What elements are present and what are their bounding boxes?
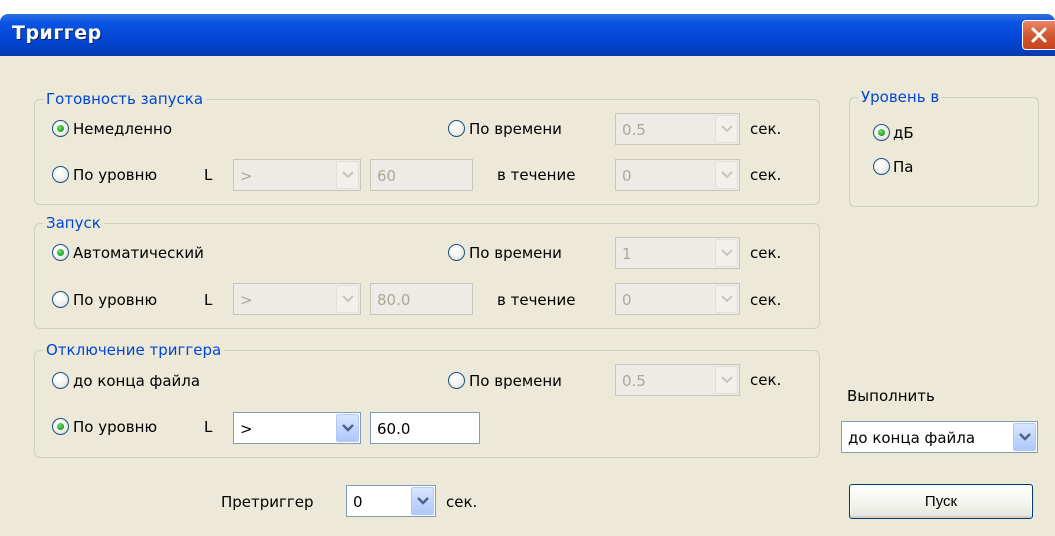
readiness-L-label: L	[204, 166, 213, 184]
start-auto-radio[interactable]	[52, 244, 69, 261]
start-legend: Запуск	[43, 213, 104, 233]
pretrigger-label: Претриггер	[221, 493, 314, 511]
stop-by-level-radio[interactable]	[52, 418, 69, 435]
chevron-down-icon	[721, 376, 733, 384]
stop-sec-label: сек.	[750, 371, 782, 389]
readiness-immediate-radio[interactable]	[52, 120, 69, 137]
execute-dropdown-button[interactable]	[1013, 423, 1036, 451]
stop-comparator-dropdown-button[interactable]	[336, 414, 359, 442]
readiness-level-value: 60	[377, 167, 397, 185]
readiness-during-label: в течение	[497, 166, 576, 184]
start-L-label: L	[204, 291, 213, 309]
stop-level-value: 60.0	[377, 420, 411, 438]
units-db-radio[interactable]	[873, 124, 890, 141]
chevron-down-icon	[721, 125, 733, 133]
units-pa-label: Па	[893, 158, 914, 176]
stop-time-dropdown-button[interactable]	[715, 366, 738, 394]
close-icon	[1031, 27, 1047, 43]
start-button[interactable]: Пуск	[849, 484, 1033, 519]
readiness-time-dropdown-button[interactable]	[715, 115, 738, 143]
stop-level-input[interactable]: 60.0	[370, 412, 480, 444]
stop-by-time-radio[interactable]	[448, 372, 465, 389]
readiness-sec-label-2: сек.	[750, 166, 782, 184]
chevron-down-icon	[342, 424, 354, 432]
chevron-down-icon	[417, 497, 429, 505]
execute-select[interactable]: до конца файла	[841, 421, 1038, 453]
readiness-by-time-label: По времени	[469, 120, 562, 138]
window-title: Триггер	[12, 22, 102, 44]
execute-label: Выполнить	[847, 387, 935, 405]
readiness-comparator-value: >	[240, 167, 253, 185]
readiness-time-value: 0.5	[622, 121, 646, 139]
stop-L-label: L	[204, 418, 213, 436]
stop-comparator-select[interactable]: >	[233, 412, 361, 444]
start-auto-label: Автоматический	[73, 244, 204, 262]
start-during-select[interactable]: 0	[615, 283, 740, 315]
units-db-label: дБ	[893, 124, 914, 142]
stop-end-of-file-label: до конца файла	[73, 372, 201, 390]
title-bar: Триггер	[0, 14, 1055, 56]
readiness-during-select[interactable]: 0	[615, 159, 740, 191]
readiness-by-level-radio[interactable]	[52, 166, 69, 183]
chevron-down-icon	[721, 171, 733, 179]
start-during-dropdown-button[interactable]	[715, 285, 738, 313]
stop-time-value: 0.5	[622, 372, 646, 390]
stop-legend: Отключение триггера	[43, 340, 225, 360]
start-level-value: 80.0	[377, 291, 411, 309]
readiness-by-level-label: По уровню	[73, 166, 158, 184]
readiness-comparator-select[interactable]: >	[233, 159, 361, 191]
readiness-comparator-dropdown-button[interactable]	[336, 161, 359, 189]
stop-by-level-label: По уровню	[73, 418, 158, 436]
readiness-sec-label-1: сек.	[750, 120, 782, 138]
stop-end-of-file-radio[interactable]	[52, 372, 69, 389]
start-time-value: 1	[622, 245, 632, 263]
pretrigger-select[interactable]: 0	[346, 485, 436, 517]
units-group: Уровень в	[849, 87, 1039, 207]
start-level-input[interactable]: 80.0	[370, 283, 473, 315]
readiness-legend: Готовность запуска	[43, 89, 207, 109]
stop-by-time-label: По времени	[469, 372, 562, 390]
readiness-immediate-label: Немедленно	[73, 120, 173, 138]
chevron-down-icon	[342, 295, 354, 303]
stop-time-select[interactable]: 0.5	[615, 364, 740, 396]
chevron-down-icon	[1019, 433, 1031, 441]
start-by-level-label: По уровню	[73, 291, 158, 309]
readiness-during-dropdown-button[interactable]	[715, 161, 738, 189]
start-sec-label-2: сек.	[750, 291, 782, 309]
start-time-dropdown-button[interactable]	[715, 239, 738, 267]
execute-value: до конца файла	[848, 429, 976, 447]
pretrigger-value: 0	[353, 493, 363, 511]
start-by-level-radio[interactable]	[52, 291, 69, 308]
pretrigger-sec-label: сек.	[446, 493, 478, 511]
start-by-time-radio[interactable]	[448, 244, 465, 261]
readiness-time-select[interactable]: 0.5	[615, 113, 740, 145]
readiness-by-time-radio[interactable]	[448, 120, 465, 137]
units-legend: Уровень в	[858, 87, 943, 107]
readiness-level-input[interactable]: 60	[370, 159, 473, 191]
readiness-during-value: 0	[622, 167, 632, 185]
chevron-down-icon	[721, 249, 733, 257]
start-by-time-label: По времени	[469, 244, 562, 262]
chevron-down-icon	[342, 171, 354, 179]
start-comparator-value: >	[240, 291, 253, 309]
close-button[interactable]	[1022, 20, 1055, 50]
pretrigger-dropdown-button[interactable]	[411, 487, 434, 515]
stop-comparator-value: >	[240, 420, 253, 438]
start-during-label: в течение	[497, 291, 576, 309]
start-sec-label-1: сек.	[750, 244, 782, 262]
start-comparator-dropdown-button[interactable]	[336, 285, 359, 313]
chevron-down-icon	[721, 295, 733, 303]
start-comparator-select[interactable]: >	[233, 283, 361, 315]
units-pa-radio[interactable]	[873, 158, 890, 175]
start-during-value: 0	[622, 291, 632, 309]
start-time-select[interactable]: 1	[615, 237, 740, 269]
